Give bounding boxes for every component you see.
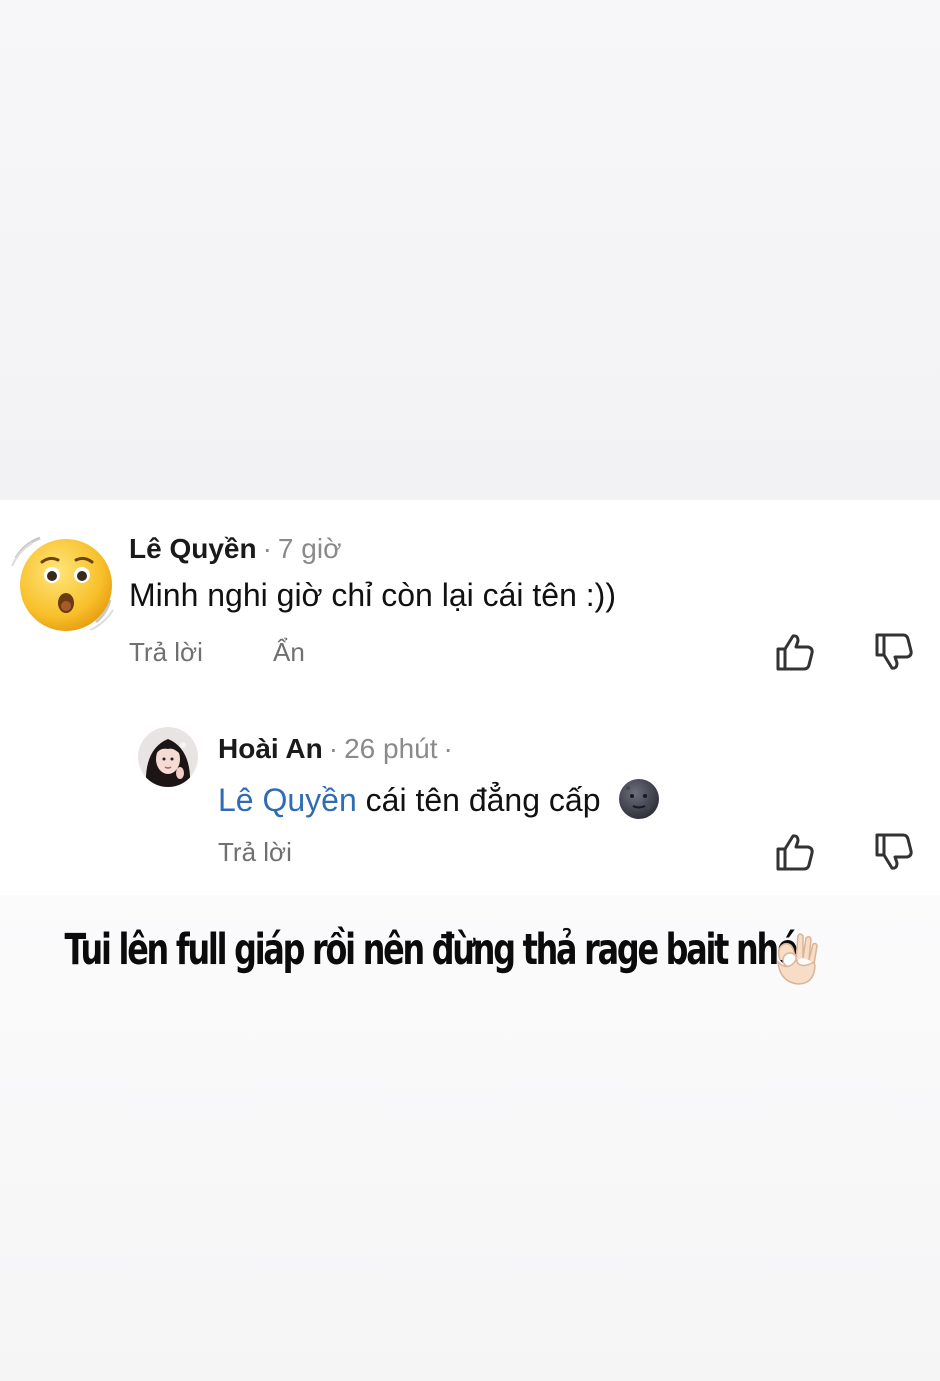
comment-header: Hoài An · 26 phút · (218, 733, 459, 765)
reply-button[interactable]: Trả lời (129, 637, 203, 668)
ok-hand-icon (777, 933, 818, 985)
profile-photo-image (138, 727, 198, 787)
comment-text: Lê Quyền cái tên đẳng cấp (218, 777, 661, 821)
thumbs-down-icon[interactable] (873, 831, 915, 873)
separator-dot: · (262, 533, 272, 564)
thumbs-up-icon[interactable] (774, 831, 816, 873)
separator-dot: · (328, 733, 339, 764)
thumbs-up-icon[interactable] (774, 631, 816, 673)
reply-comment-item: Hoài An · 26 phút · Lê Quyền cái tên đẳng c… (0, 725, 940, 885)
caption-text: Tui lên full giáp rồi nên đừng thả rage … (64, 925, 798, 975)
new-moon-face-icon (619, 779, 660, 819)
hide-button[interactable]: Ẩn (273, 637, 305, 668)
comment-text: Minh nghi giờ chỉ còn lại cái tên :)) (129, 577, 616, 613)
comment-text-content: cái tên đẳng cấp (356, 782, 601, 818)
thumbs-down-icon[interactable] (873, 631, 915, 673)
hushed-face-emoji-icon (11, 536, 114, 631)
mention-link[interactable]: Lê Quyền (218, 782, 357, 818)
comment-time: 26 phút (344, 733, 438, 764)
comment-item: Lê Quyền · 7 giờ Minh nghi giờ chỉ còn lại… (0, 525, 940, 685)
reply-button[interactable]: Trả lời (218, 837, 292, 868)
comment-author[interactable]: Hoài An (218, 733, 323, 764)
separator-dot: · (443, 733, 453, 764)
comment-time: 7 giờ (277, 533, 342, 564)
comment-header: Lê Quyền · 7 giờ (129, 533, 341, 565)
comment-author[interactable]: Lê Quyền (129, 533, 257, 564)
avatar[interactable] (138, 727, 198, 787)
top-blank-area (0, 0, 940, 500)
